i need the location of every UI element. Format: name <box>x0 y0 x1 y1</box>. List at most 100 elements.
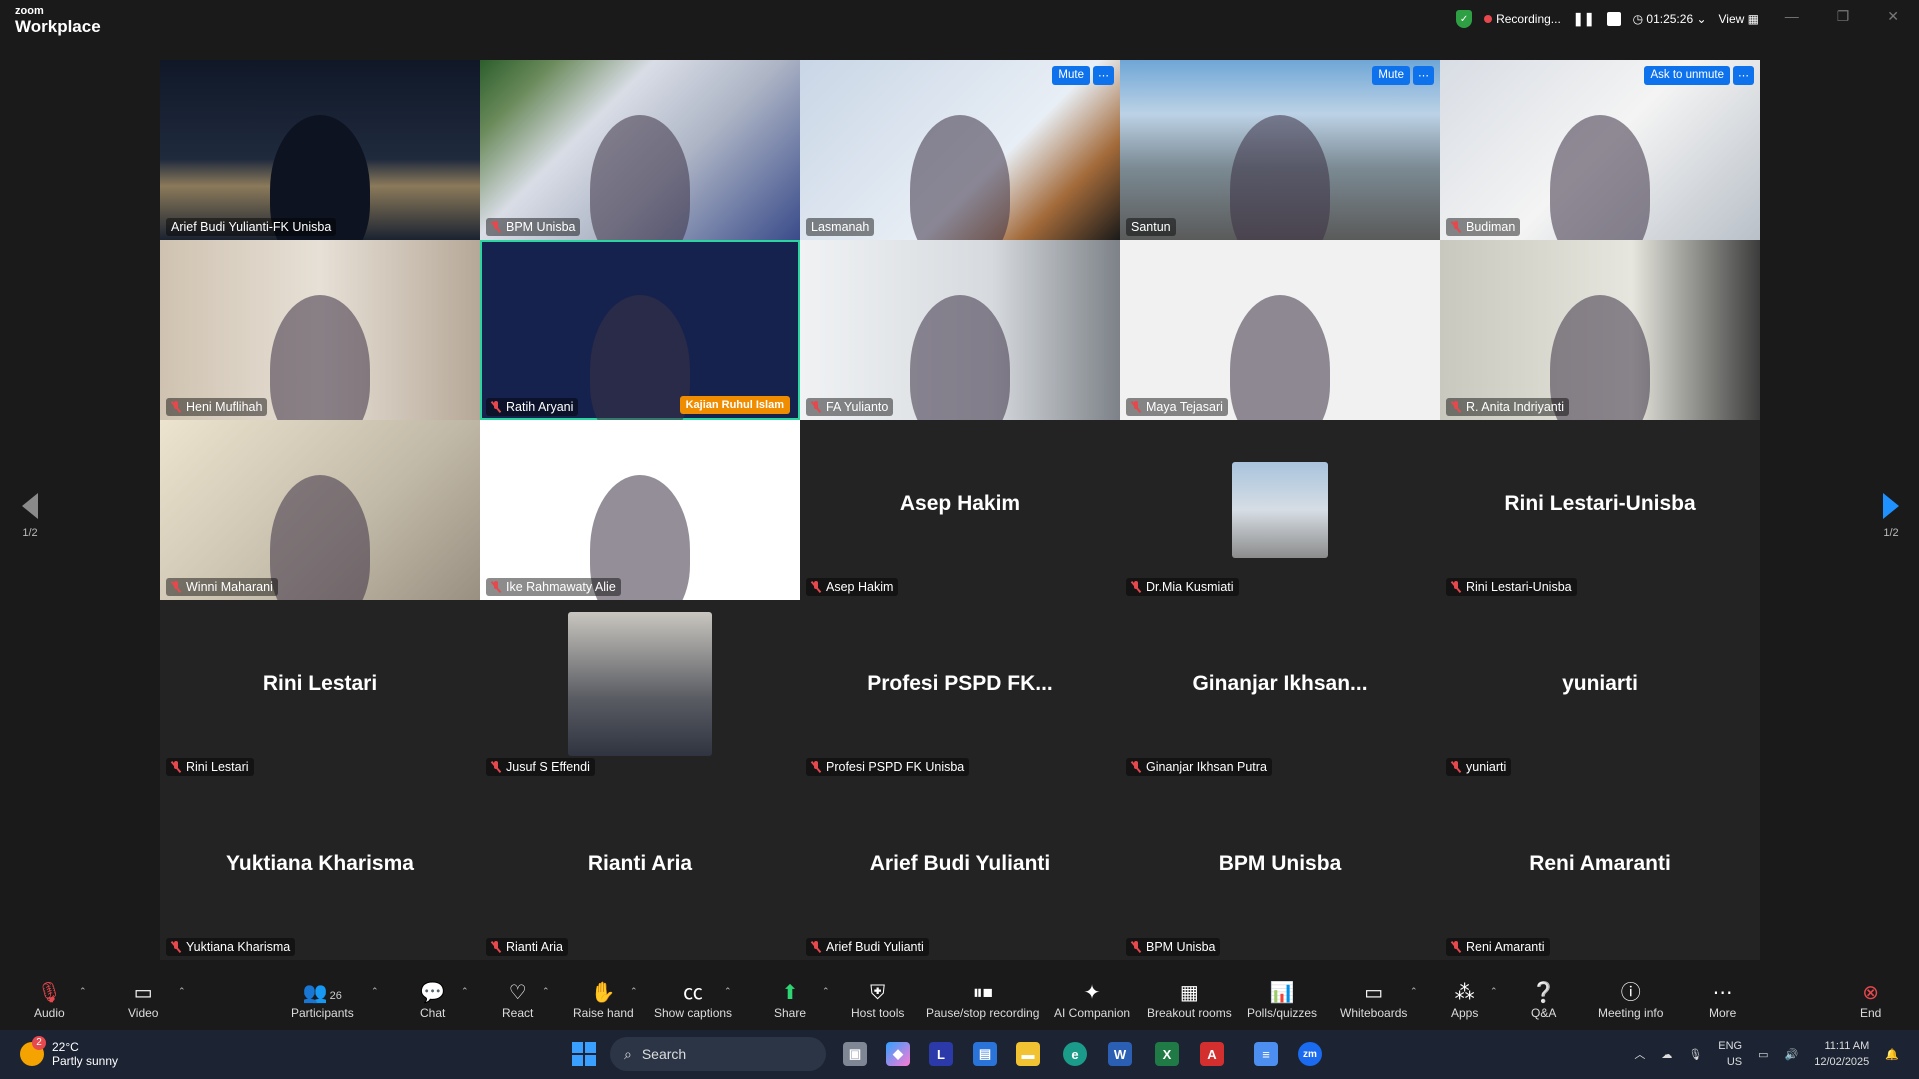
tile-more-icon[interactable]: ⋯ <box>1413 66 1434 85</box>
copilot-icon[interactable]: ◆ <box>886 1042 910 1066</box>
raise-hand-button[interactable]: ✋ Raise hand <box>573 980 634 1020</box>
participant-tile[interactable]: Mute ⋯ Lasmanah <box>800 60 1120 240</box>
onedrive-icon[interactable]: ☁ <box>1661 1048 1672 1061</box>
notifications-icon[interactable]: 🔔 <box>1885 1048 1899 1061</box>
participant-tile[interactable]: yuniarti yuniarti <box>1440 600 1760 780</box>
participant-tile[interactable]: R. Anita Indriyanti <box>1440 240 1760 420</box>
participants-count: 26 <box>329 990 342 1002</box>
share-button[interactable]: ⬆ Share <box>774 980 806 1020</box>
chat-caret-icon[interactable]: ⌃ <box>461 986 469 997</box>
view-button[interactable]: View ▦ <box>1719 12 1759 26</box>
video-caret-icon[interactable]: ⌃ <box>178 986 186 997</box>
microphone-icon[interactable]: 🎙 <box>1688 1048 1702 1061</box>
participant-name: R. Anita Indriyanti <box>1466 400 1564 414</box>
whiteboards-caret-icon[interactable]: ⌃ <box>1410 986 1418 997</box>
captions-button[interactable]: ㏄ Show captions <box>654 980 732 1020</box>
end-button[interactable]: ⊗ End <box>1860 980 1881 1020</box>
acrobat-icon[interactable]: A <box>1200 1042 1224 1066</box>
file-explorer-icon[interactable]: ▬ <box>1016 1042 1040 1066</box>
tile-more-icon[interactable]: ⋯ <box>1733 66 1754 85</box>
whiteboards-button[interactable]: ▭ Whiteboards <box>1340 980 1407 1020</box>
task-view-icon[interactable]: ▣ <box>843 1042 867 1066</box>
mute-participant-button[interactable]: Mute <box>1372 66 1410 85</box>
ai-companion-button[interactable]: ✦ AI Companion <box>1054 980 1130 1020</box>
participant-tile[interactable]: Profesi PSPD FK... Profesi PSPD FK Unisba <box>800 600 1120 780</box>
participant-tile[interactable]: Heni Muflihah <box>160 240 480 420</box>
qa-button[interactable]: ❔ Q&A <box>1531 980 1556 1020</box>
share-caret-icon[interactable]: ⌃ <box>822 986 830 997</box>
prev-page-button[interactable]: 1/2 <box>15 493 45 539</box>
network-icon[interactable]: ▭ <box>1758 1048 1768 1061</box>
stop-recording-icon[interactable] <box>1606 12 1621 26</box>
participant-name: Rianti Aria <box>506 940 563 954</box>
participant-tile[interactable]: Yuktiana Kharisma Yuktiana Kharisma <box>160 780 480 960</box>
participant-tile[interactable]: Maya Tejasari <box>1120 240 1440 420</box>
ask-to-unmute-button[interactable]: Ask to unmute <box>1644 66 1730 85</box>
encryption-shield-icon[interactable]: ✓ <box>1456 10 1473 28</box>
pause-stop-recording-button[interactable]: ⏸⏹ Pause/stop recording <box>926 980 1039 1020</box>
participant-tile[interactable]: Mute ⋯ Santun <box>1120 60 1440 240</box>
captions-caret-icon[interactable]: ⌃ <box>724 986 732 997</box>
participant-name-label: BPM Unisba <box>486 218 581 236</box>
participant-tile[interactable]: Winni Maharani <box>160 420 480 600</box>
minimize-icon[interactable]: — <box>1785 8 1799 25</box>
participant-tile[interactable]: Kajian Ruhul Islam Ratih Aryani <box>480 240 800 420</box>
recording-status[interactable]: Recording... <box>1484 12 1561 26</box>
participant-tile[interactable]: Dr.Mia Kusmiati <box>1120 420 1440 600</box>
word-icon[interactable]: W <box>1108 1042 1132 1066</box>
react-caret-icon[interactable]: ⌃ <box>542 986 550 997</box>
participant-tile[interactable]: Arief Budi Yulianti-FK Unisba <box>160 60 480 240</box>
participant-tile[interactable]: FA Yulianto <box>800 240 1120 420</box>
participant-tile[interactable]: BPM Unisba <box>480 60 800 240</box>
chat-button[interactable]: 💬 Chat <box>420 980 445 1020</box>
participant-tile[interactable]: Rini Lestari-Unisba Rini Lestari-Unisba <box>1440 420 1760 600</box>
store-icon[interactable]: ▤ <box>973 1042 997 1066</box>
close-window-icon[interactable]: ✕ <box>1887 8 1899 25</box>
volume-icon[interactable]: 🔊 <box>1785 1048 1799 1061</box>
windows-start-icon[interactable] <box>572 1042 596 1066</box>
tile-overlay-buttons: Mute ⋯ <box>1372 66 1434 85</box>
apps-button[interactable]: ⁂ Apps <box>1451 980 1478 1020</box>
polls-button[interactable]: 📊 Polls/quizzes <box>1247 980 1317 1020</box>
audio-button[interactable]: 🎙 Audio <box>34 980 65 1020</box>
pause-recording-icon[interactable]: ❚❚ <box>1573 11 1595 27</box>
weather-temp: 22°C <box>52 1040 79 1054</box>
tray-chevron-icon[interactable]: ︿ <box>1634 1046 1645 1062</box>
system-tray: ︿ ☁ 🎙 ENG US ▭ 🔊 11:11 AM 12/02/2025 🔔 <box>1634 1038 1899 1070</box>
host-tools-button[interactable]: ⛨ Host tools <box>851 980 904 1020</box>
l-app-icon[interactable]: L <box>929 1042 953 1066</box>
meeting-info-button[interactable]: ⓘ Meeting info <box>1598 980 1663 1020</box>
breakout-rooms-button[interactable]: ▦ Breakout rooms <box>1147 980 1232 1020</box>
tile-more-icon[interactable]: ⋯ <box>1093 66 1114 85</box>
participant-tile[interactable]: Arief Budi Yulianti Arief Budi Yulianti <box>800 780 1120 960</box>
taskbar-search[interactable]: ⌕ Search <box>610 1037 826 1071</box>
maximize-icon[interactable]: ❐ <box>1837 8 1850 25</box>
language-indicator[interactable]: ENG US <box>1718 1038 1742 1070</box>
excel-icon[interactable]: X <box>1155 1042 1179 1066</box>
next-page-button[interactable]: 1/2 <box>1876 493 1906 539</box>
edge-icon[interactable]: e <box>1063 1042 1087 1066</box>
weather-widget[interactable]: 2 22°C Partly sunny <box>20 1036 118 1068</box>
participant-tile[interactable]: Ginanjar Ikhsan... Ginanjar Ikhsan Putra <box>1120 600 1440 780</box>
react-button[interactable]: ♡ React <box>502 980 533 1020</box>
more-button[interactable]: ⋯ More <box>1709 980 1736 1020</box>
clock[interactable]: 11:11 AM 12/02/2025 <box>1814 1038 1869 1070</box>
participants-button[interactable]: 👥 26 Participants <box>291 980 354 1020</box>
participant-tile[interactable]: Rini Lestari Rini Lestari <box>160 600 480 780</box>
video-button[interactable]: ▭ Video <box>128 980 158 1020</box>
participant-tile[interactable]: Ask to unmute ⋯ Budiman <box>1440 60 1760 240</box>
participant-tile[interactable]: Reni Amaranti Reni Amaranti <box>1440 780 1760 960</box>
participant-tile[interactable]: BPM Unisba BPM Unisba <box>1120 780 1440 960</box>
participants-caret-icon[interactable]: ⌃ <box>371 986 379 997</box>
mute-participant-button[interactable]: Mute <box>1052 66 1090 85</box>
participant-tile[interactable]: Rianti Aria Rianti Aria <box>480 780 800 960</box>
apps-caret-icon[interactable]: ⌃ <box>1490 986 1498 997</box>
raise-hand-caret-icon[interactable]: ⌃ <box>630 986 638 997</box>
audio-caret-icon[interactable]: ⌃ <box>79 986 87 997</box>
participant-tile[interactable]: Ike Rahmawaty Alie <box>480 420 800 600</box>
meeting-timer[interactable]: ◷ 01:25:26 ⌄ <box>1633 12 1707 26</box>
participant-tile[interactable]: Asep Hakim Asep Hakim <box>800 420 1120 600</box>
participant-tile[interactable]: Jusuf S Effendi <box>480 600 800 780</box>
zoom-taskbar-icon[interactable]: zm <box>1298 1042 1322 1066</box>
notepad-icon[interactable]: ≡ <box>1254 1042 1278 1066</box>
